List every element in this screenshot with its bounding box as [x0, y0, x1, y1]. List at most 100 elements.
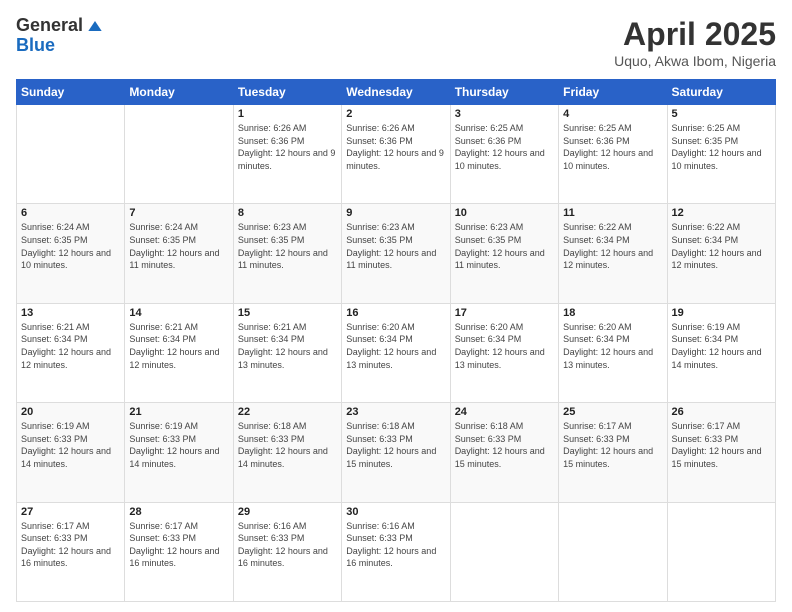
calendar-cell: 10Sunrise: 6:23 AM Sunset: 6:35 PM Dayli…	[450, 204, 558, 303]
day-info: Sunrise: 6:20 AM Sunset: 6:34 PM Dayligh…	[563, 321, 662, 371]
day-info: Sunrise: 6:18 AM Sunset: 6:33 PM Dayligh…	[238, 420, 337, 470]
day-info: Sunrise: 6:26 AM Sunset: 6:36 PM Dayligh…	[346, 122, 445, 172]
day-number: 8	[238, 207, 337, 219]
day-number: 26	[672, 406, 771, 418]
weekday-header-sunday: Sunday	[17, 80, 125, 105]
weekday-header-monday: Monday	[125, 80, 233, 105]
calendar-cell: 21 Sunrise: 6:19 AM Sunset: 6:33 PM Dayli…	[125, 403, 233, 502]
calendar-cell: 20 Sunrise: 6:19 AM Sunset: 6:33 PM Dayli…	[17, 403, 125, 502]
day-number: 28	[129, 506, 228, 518]
weekday-header-row: SundayMondayTuesdayWednesdayThursdayFrid…	[17, 80, 776, 105]
day-info: Sunrise: 6:19 AM Sunset: 6:33 PM Dayligh…	[129, 420, 228, 470]
calendar-cell: 8 Sunrise: 6:23 AM Sunset: 6:35 PM Daylig…	[233, 204, 341, 303]
calendar-cell: 5Sunrise: 6:25 AM Sunset: 6:35 PM Daylig…	[667, 105, 775, 204]
day-number: 22	[238, 406, 337, 418]
day-number: 4	[563, 108, 662, 120]
logo-general-text: General	[16, 16, 83, 36]
calendar-cell: 29 Sunrise: 6:16 AM Sunset: 6:33 PM Dayli…	[233, 502, 341, 601]
day-info: Sunrise: 6:17 AM Sunset: 6:33 PM Dayligh…	[672, 420, 771, 470]
page: General Blue April 2025 Uquo, Akwa Ibom,…	[0, 0, 792, 612]
day-number: 27	[21, 506, 120, 518]
calendar-cell: 13Sunrise: 6:21 AM Sunset: 6:34 PM Dayli…	[17, 303, 125, 402]
calendar-week-row: 20 Sunrise: 6:19 AM Sunset: 6:33 PM Dayli…	[17, 403, 776, 502]
header: General Blue April 2025 Uquo, Akwa Ibom,…	[16, 16, 776, 69]
day-info: Sunrise: 6:19 AM Sunset: 6:33 PM Dayligh…	[21, 420, 120, 470]
day-info: Sunrise: 6:18 AM Sunset: 6:33 PM Dayligh…	[455, 420, 554, 470]
day-info: Sunrise: 6:17 AM Sunset: 6:33 PM Dayligh…	[21, 520, 120, 570]
calendar-cell: 15 Sunrise: 6:21 AM Sunset: 6:34 PM Dayli…	[233, 303, 341, 402]
day-number: 15	[238, 307, 337, 319]
weekday-header-wednesday: Wednesday	[342, 80, 450, 105]
day-info: Sunrise: 6:22 AM Sunset: 6:34 PM Dayligh…	[672, 221, 771, 271]
day-info: Sunrise: 6:16 AM Sunset: 6:33 PM Dayligh…	[238, 520, 337, 570]
calendar-cell: 14 Sunrise: 6:21 AM Sunset: 6:34 PM Dayli…	[125, 303, 233, 402]
calendar-cell: 17 Sunrise: 6:20 AM Sunset: 6:34 PM Dayli…	[450, 303, 558, 402]
logo-blue-text: Blue	[16, 36, 55, 56]
calendar-cell: 16Sunrise: 6:20 AM Sunset: 6:34 PM Dayli…	[342, 303, 450, 402]
day-number: 10	[455, 207, 554, 219]
day-number: 18	[563, 307, 662, 319]
calendar-cell: 1Sunrise: 6:26 AM Sunset: 6:36 PM Daylig…	[233, 105, 341, 204]
calendar-week-row: 13 Sunrise: 6:21 AM Sunset: 6:34 PM Dayli…	[17, 303, 776, 402]
day-info: Sunrise: 6:26 AM Sunset: 6:36 PM Dayligh…	[238, 122, 337, 172]
calendar-cell: 23 Sunrise: 6:18 AM Sunset: 6:33 PM Dayli…	[342, 403, 450, 502]
calendar-cell: 18 Sunrise: 6:20 AM Sunset: 6:34 PM Dayli…	[559, 303, 667, 402]
calendar-cell: 6 Sunrise: 6:24 AM Sunset: 6:35 PM Daylig…	[17, 204, 125, 303]
day-number: 23	[346, 406, 445, 418]
weekday-header-thursday: Thursday	[450, 80, 558, 105]
day-info: Sunrise: 6:19 AM Sunset: 6:34 PM Dayligh…	[672, 321, 771, 371]
day-info: Sunrise: 6:25 AM Sunset: 6:36 PM Dayligh…	[455, 122, 554, 172]
day-number: 30	[346, 506, 445, 518]
day-info: Sunrise: 6:21 AM Sunset: 6:34 PM Dayligh…	[129, 321, 228, 371]
weekday-header-friday: Friday	[559, 80, 667, 105]
calendar-week-row: 1Sunrise: 6:26 AM Sunset: 6:36 PM Daylig…	[17, 105, 776, 204]
day-info: Sunrise: 6:24 AM Sunset: 6:35 PM Dayligh…	[21, 221, 120, 271]
day-number: 2	[346, 108, 445, 120]
day-info: Sunrise: 6:25 AM Sunset: 6:36 PM Dayligh…	[563, 122, 662, 172]
day-number: 9	[346, 207, 445, 219]
day-number: 29	[238, 506, 337, 518]
logo-icon	[85, 16, 105, 36]
calendar-cell: 19Sunrise: 6:19 AM Sunset: 6:34 PM Dayli…	[667, 303, 775, 402]
calendar-cell: 26 Sunrise: 6:17 AM Sunset: 6:33 PM Dayli…	[667, 403, 775, 502]
calendar-cell	[17, 105, 125, 204]
day-info: Sunrise: 6:20 AM Sunset: 6:34 PM Dayligh…	[346, 321, 445, 371]
day-number: 7	[129, 207, 228, 219]
day-info: Sunrise: 6:18 AM Sunset: 6:33 PM Dayligh…	[346, 420, 445, 470]
location-subtitle: Uquo, Akwa Ibom, Nigeria	[614, 53, 776, 69]
calendar-cell: 22 Sunrise: 6:18 AM Sunset: 6:33 PM Dayli…	[233, 403, 341, 502]
day-info: Sunrise: 6:23 AM Sunset: 6:35 PM Dayligh…	[346, 221, 445, 271]
calendar-cell: 7 Sunrise: 6:24 AM Sunset: 6:35 PM Daylig…	[125, 204, 233, 303]
calendar-cell	[667, 502, 775, 601]
day-info: Sunrise: 6:21 AM Sunset: 6:34 PM Dayligh…	[238, 321, 337, 371]
day-info: Sunrise: 6:16 AM Sunset: 6:33 PM Dayligh…	[346, 520, 445, 570]
day-number: 12	[672, 207, 771, 219]
title-area: April 2025 Uquo, Akwa Ibom, Nigeria	[614, 16, 776, 69]
day-info: Sunrise: 6:20 AM Sunset: 6:34 PM Dayligh…	[455, 321, 554, 371]
day-number: 5	[672, 108, 771, 120]
calendar-cell	[450, 502, 558, 601]
calendar-table: SundayMondayTuesdayWednesdayThursdayFrid…	[16, 79, 776, 602]
day-info: Sunrise: 6:24 AM Sunset: 6:35 PM Dayligh…	[129, 221, 228, 271]
day-info: Sunrise: 6:17 AM Sunset: 6:33 PM Dayligh…	[129, 520, 228, 570]
calendar-cell	[125, 105, 233, 204]
day-number: 13	[21, 307, 120, 319]
calendar-cell: 27 Sunrise: 6:17 AM Sunset: 6:33 PM Dayli…	[17, 502, 125, 601]
calendar-cell: 28 Sunrise: 6:17 AM Sunset: 6:33 PM Dayli…	[125, 502, 233, 601]
day-number: 17	[455, 307, 554, 319]
day-number: 20	[21, 406, 120, 418]
day-number: 6	[21, 207, 120, 219]
calendar-week-row: 27 Sunrise: 6:17 AM Sunset: 6:33 PM Dayli…	[17, 502, 776, 601]
day-number: 14	[129, 307, 228, 319]
calendar-cell: 2 Sunrise: 6:26 AM Sunset: 6:36 PM Daylig…	[342, 105, 450, 204]
day-number: 21	[129, 406, 228, 418]
calendar-cell: 4 Sunrise: 6:25 AM Sunset: 6:36 PM Daylig…	[559, 105, 667, 204]
calendar-week-row: 6 Sunrise: 6:24 AM Sunset: 6:35 PM Daylig…	[17, 204, 776, 303]
day-info: Sunrise: 6:23 AM Sunset: 6:35 PM Dayligh…	[238, 221, 337, 271]
calendar-cell: 25Sunrise: 6:17 AM Sunset: 6:33 PM Dayli…	[559, 403, 667, 502]
day-info: Sunrise: 6:22 AM Sunset: 6:34 PM Dayligh…	[563, 221, 662, 271]
day-number: 3	[455, 108, 554, 120]
day-number: 25	[563, 406, 662, 418]
month-title: April 2025	[614, 16, 776, 53]
day-number: 24	[455, 406, 554, 418]
